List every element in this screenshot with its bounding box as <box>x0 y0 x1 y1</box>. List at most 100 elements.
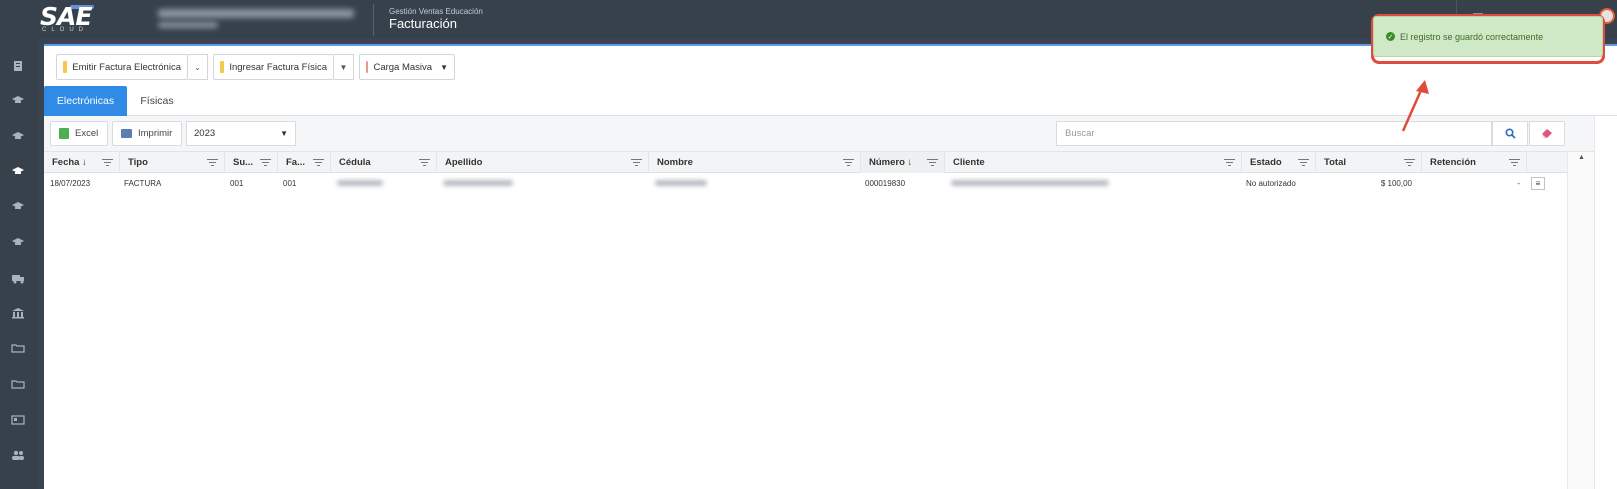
filter-icon[interactable] <box>313 158 324 167</box>
excel-button[interactable]: Excel <box>50 121 108 146</box>
logo-sub: CLOUD <box>42 27 89 33</box>
cell-fa: 001 <box>283 178 297 188</box>
side-nav <box>0 38 38 489</box>
emit-invoice-button[interactable]: Emitir Factura Electrónica <box>56 54 188 80</box>
table-scrollbar[interactable]: ▲ <box>1567 152 1594 489</box>
module-title: Facturación <box>389 16 457 31</box>
filter-icon[interactable] <box>1404 158 1415 167</box>
filter-icon[interactable] <box>419 158 430 167</box>
graduation-cap-icon[interactable] <box>10 94 26 110</box>
col-cedula[interactable]: Cédula <box>331 152 437 173</box>
caret-down-icon: ▼ <box>280 129 288 138</box>
cell-cliente-blurred <box>945 173 1242 193</box>
filter-icon[interactable] <box>927 158 938 167</box>
col-retencion-label: Retención <box>1430 157 1476 168</box>
col-fecha-label: Fecha ↓ <box>52 157 87 168</box>
company-name-blurred <box>148 6 362 32</box>
filter-icon[interactable] <box>1224 158 1235 167</box>
chevron-down-icon: ⌄ <box>194 62 201 72</box>
carga-masiva-label: Carga Masiva <box>373 61 433 73</box>
col-nombre[interactable]: Nombre <box>649 152 861 173</box>
filter-icon[interactable] <box>843 158 854 167</box>
printer-icon <box>121 129 132 138</box>
clear-filter-button[interactable] <box>1529 121 1565 146</box>
col-su-label: Su... <box>233 157 254 168</box>
cell-fecha: 18/07/2023 <box>50 178 91 188</box>
print-label: Imprimir <box>138 128 173 139</box>
bank-icon[interactable] <box>10 307 26 323</box>
module-subtitle: Gestión Ventas Educación <box>389 7 483 16</box>
emit-invoice-label: Emitir Factura Electrónica <box>72 61 181 73</box>
graduation-cap-icon[interactable] <box>10 130 26 146</box>
cell-tipo: FACTURA <box>124 178 162 188</box>
document-icon[interactable] <box>10 60 26 76</box>
graduation-cap-icon-active[interactable] <box>10 165 26 181</box>
toast-message: El registro se guardó correctamente <box>1400 31 1544 42</box>
header-divider <box>373 4 374 36</box>
col-cedula-label: Cédula <box>339 157 371 168</box>
filter-icon[interactable] <box>1298 158 1309 167</box>
caret-down-icon: ▼ <box>440 62 448 72</box>
table-header: Fecha ↓ Tipo Su... Fa... Cédula Apellido… <box>44 152 1567 173</box>
cell-numero: 000019830 <box>865 178 906 188</box>
eraser-icon <box>1542 129 1552 138</box>
col-estado[interactable]: Estado <box>1242 152 1316 173</box>
tab-bar: Electrónicas Físicas <box>44 86 1617 116</box>
filter-icon[interactable] <box>1509 158 1520 167</box>
caret-up-icon[interactable]: ▲ <box>1578 154 1585 161</box>
tab-fisicas[interactable]: Físicas <box>127 86 187 116</box>
col-numero-label: Número ↓ <box>869 157 913 168</box>
cell-su: 001 <box>230 178 244 188</box>
graduation-cap-icon[interactable] <box>10 200 26 216</box>
cell-cedula-blurred <box>331 173 437 193</box>
row-menu-button[interactable]: ≡ <box>1531 177 1545 190</box>
year-select[interactable]: 2023 ▼ <box>186 121 296 146</box>
emit-invoice-dropdown[interactable]: ⌄ <box>188 54 208 80</box>
tab-electronicas[interactable]: Electrónicas <box>44 86 127 116</box>
upload-icon <box>366 61 369 73</box>
col-fecha[interactable]: Fecha ↓ <box>44 152 120 173</box>
excel-icon <box>59 128 69 139</box>
document-icon <box>220 61 225 73</box>
col-tipo-label: Tipo <box>128 157 148 168</box>
col-numero[interactable]: Número ↓ <box>861 152 945 173</box>
filter-icon[interactable] <box>102 158 113 167</box>
print-button[interactable]: Imprimir <box>112 121 182 146</box>
truck-icon[interactable] <box>10 272 26 288</box>
cell-estado: No autorizado <box>1246 178 1296 188</box>
col-su[interactable]: Su... <box>225 152 278 173</box>
col-apellido[interactable]: Apellido <box>437 152 649 173</box>
col-cliente[interactable]: Cliente <box>945 152 1242 173</box>
caret-down-icon: ▼ <box>339 62 348 72</box>
col-cliente-label: Cliente <box>953 157 985 168</box>
folder-icon[interactable] <box>10 378 26 394</box>
ingresar-invoice-button[interactable]: Ingresar Factura Física <box>213 54 334 80</box>
col-tipo[interactable]: Tipo <box>120 152 225 173</box>
menu-icon: ≡ <box>1535 179 1541 188</box>
search-placeholder: Buscar <box>1065 128 1095 139</box>
table-row[interactable]: 18/07/2023 FACTURA 001 001 000019830 No … <box>44 173 1567 193</box>
cell-total: $ 100,00 <box>1380 178 1412 188</box>
graduation-cap-icon[interactable] <box>10 236 26 252</box>
main-panel: Emitir Factura Electrónica ⌄ Ingresar Fa… <box>44 44 1617 489</box>
users-icon[interactable] <box>10 449 26 465</box>
id-card-icon[interactable] <box>10 414 26 430</box>
search-button[interactable] <box>1492 121 1528 146</box>
filter-icon[interactable] <box>207 158 218 167</box>
ingresar-invoice-dropdown[interactable]: ▼ <box>334 54 354 80</box>
folder-icon[interactable] <box>10 342 26 358</box>
col-estado-label: Estado <box>1250 157 1282 168</box>
col-fa[interactable]: Fa... <box>278 152 331 173</box>
app-logo[interactable]: SAE CLOUD <box>0 0 118 38</box>
col-fa-label: Fa... <box>286 157 306 168</box>
filter-icon[interactable] <box>631 158 642 167</box>
arrow-annotation <box>1401 80 1429 132</box>
success-toast[interactable]: ✓ El registro se guardó correctamente <box>1373 16 1603 57</box>
col-total[interactable]: Total <box>1316 152 1422 173</box>
col-retencion[interactable]: Retención <box>1422 152 1527 173</box>
excel-label: Excel <box>75 128 99 139</box>
search-icon <box>1504 128 1516 139</box>
filter-icon[interactable] <box>260 158 271 167</box>
carga-masiva-button[interactable]: Carga Masiva ▼ <box>359 54 455 80</box>
cell-apellido-blurred <box>437 173 649 193</box>
